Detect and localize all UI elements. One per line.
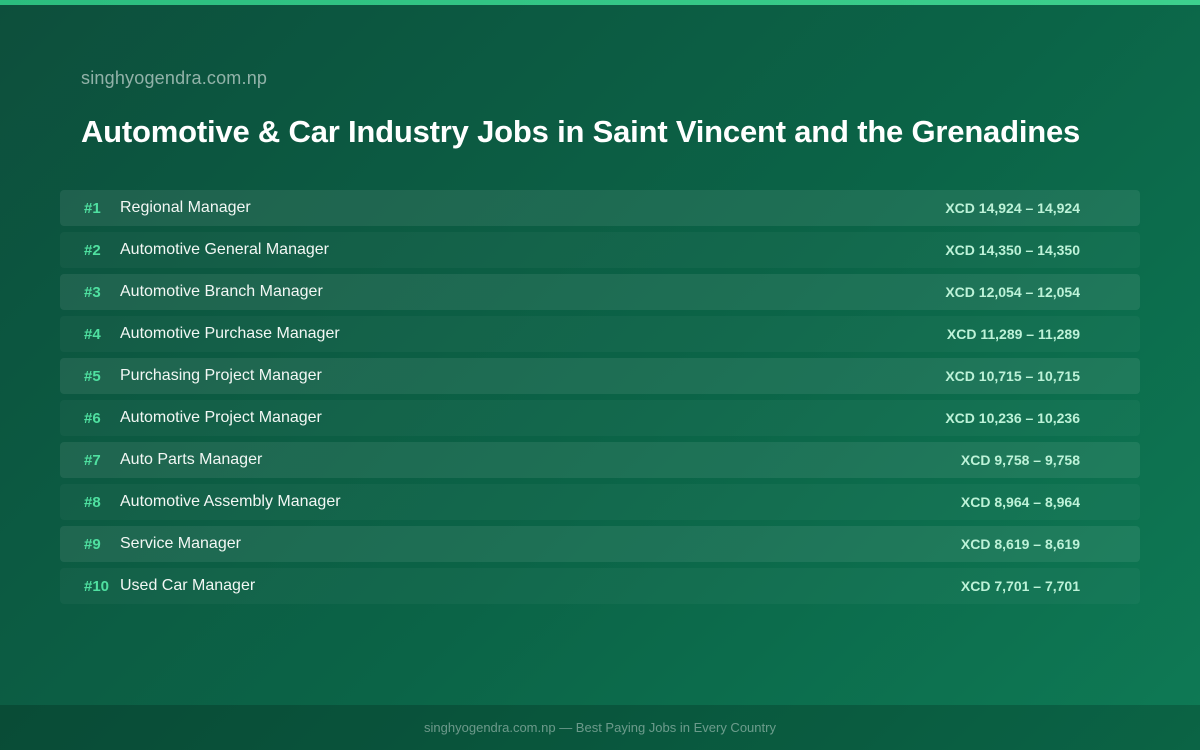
job-title: Regional Manager	[120, 199, 251, 216]
job-row-6: #6 Automotive Project Manager XCD 10,236…	[60, 400, 1140, 436]
job-rank: #6	[84, 409, 101, 427]
job-title: Automotive Project Manager	[120, 409, 322, 426]
job-rank: #2	[84, 241, 101, 259]
job-salary: XCD 12,054 – 12,054	[945, 284, 1080, 300]
job-salary: XCD 8,964 – 8,964	[960, 494, 1080, 510]
job-title: Service Manager	[120, 535, 241, 552]
job-salary: XCD 10,236 – 10,236	[945, 410, 1080, 426]
job-row-1: #1 Regional Manager XCD 14,924 – 14,924	[60, 190, 1140, 226]
job-row-2: #2 Automotive General Manager XCD 14,350…	[60, 232, 1140, 268]
job-rank: #1	[84, 199, 101, 217]
job-salary: XCD 7,701 – 7,701	[960, 578, 1080, 594]
job-row-4: #4 Automotive Purchase Manager XCD 11,28…	[60, 316, 1140, 352]
job-row-3: #3 Automotive Branch Manager XCD 12,054 …	[60, 274, 1140, 310]
job-salary: XCD 14,924 – 14,924	[945, 200, 1080, 216]
job-rank: #8	[84, 493, 101, 511]
job-rank: #7	[84, 451, 101, 469]
job-salary: XCD 14,350 – 14,350	[945, 242, 1080, 258]
job-title: Purchasing Project Manager	[120, 367, 322, 384]
job-salary: XCD 10,715 – 10,715	[945, 368, 1080, 384]
footer: singhyogendra.com.np — Best Paying Jobs …	[0, 705, 1200, 750]
site-name: singhyogendra.com.np	[81, 68, 268, 88]
job-row-5: #5 Purchasing Project Manager XCD 10,715…	[60, 358, 1140, 394]
job-row-8: #8 Automotive Assembly Manager XCD 8,964…	[60, 484, 1140, 520]
page-title: Automotive & Car Industry Jobs in Saint …	[81, 114, 1081, 149]
job-salary: XCD 11,289 – 11,289	[946, 326, 1080, 342]
job-title: Automotive Assembly Manager	[120, 493, 341, 510]
job-rank: #9	[84, 535, 101, 553]
job-rank: #10	[84, 577, 110, 595]
job-salary: XCD 8,619 – 8,619	[960, 536, 1080, 552]
job-title: Automotive Purchase Manager	[120, 325, 340, 342]
job-row-9: #9 Service Manager XCD 8,619 – 8,619	[60, 526, 1140, 562]
footer-text: singhyogendra.com.np — Best Paying Jobs …	[424, 720, 776, 735]
job-rank: #3	[84, 283, 101, 301]
job-list: #1 Regional Manager XCD 14,924 – 14,924 …	[60, 190, 1140, 610]
job-title: Automotive General Manager	[120, 241, 329, 258]
accent-top-bar	[0, 0, 1200, 5]
job-title: Used Car Manager	[120, 577, 256, 594]
job-rank: #5	[84, 367, 101, 385]
job-rank: #4	[84, 325, 101, 343]
job-row-7: #7 Auto Parts Manager XCD 9,758 – 9,758	[60, 442, 1140, 478]
job-title: Auto Parts Manager	[120, 451, 263, 468]
job-title: Automotive Branch Manager	[120, 283, 323, 300]
job-salary: XCD 9,758 – 9,758	[960, 452, 1080, 468]
job-row-10: #10 Used Car Manager XCD 7,701 – 7,701	[60, 568, 1140, 604]
